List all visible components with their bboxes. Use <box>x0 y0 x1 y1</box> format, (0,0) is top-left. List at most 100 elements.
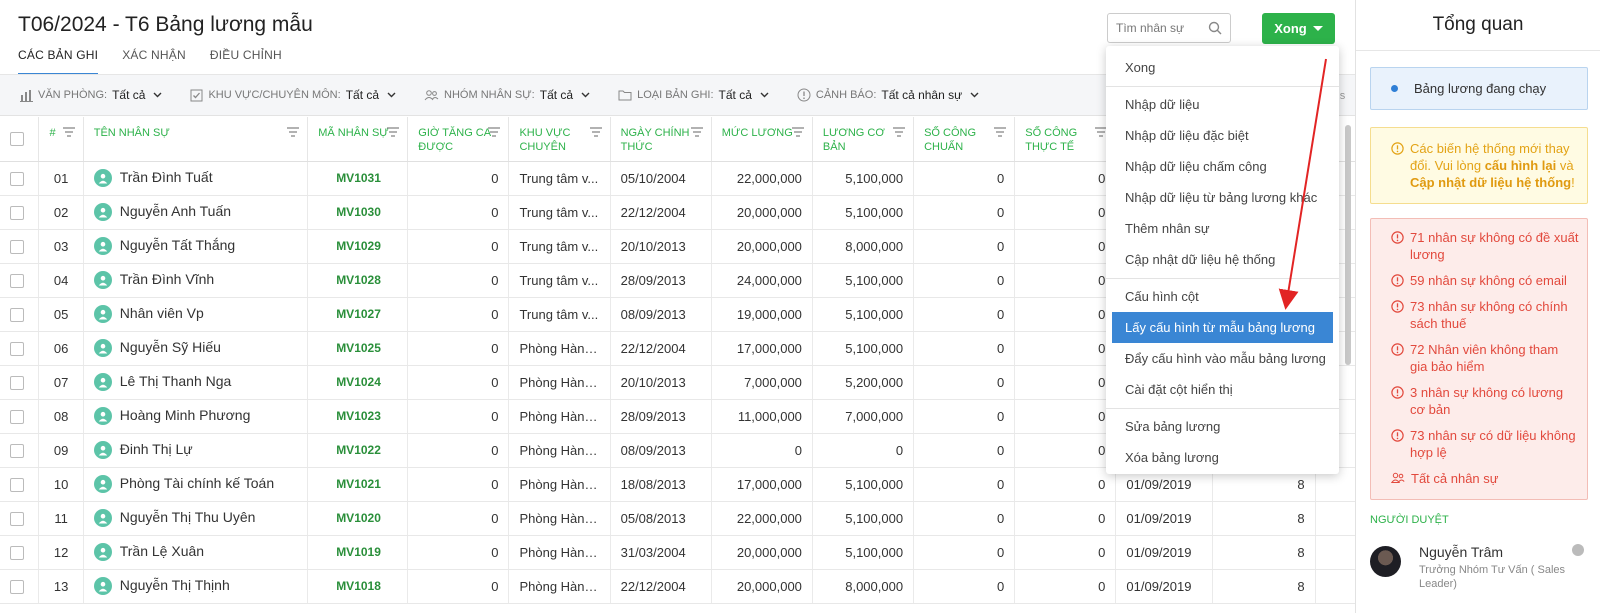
filter-2[interactable]: KHU VỰC/CHUYÊN MÔN: Tất cả <box>190 88 396 102</box>
employee-name[interactable]: Nguyễn Thị Thu Uyên <box>120 509 256 525</box>
filter-1[interactable]: VĂN PHÒNG: Tất cả <box>20 88 162 102</box>
filter-icon[interactable] <box>994 126 1007 140</box>
row-checkbox[interactable] <box>10 239 24 254</box>
row-checkbox[interactable] <box>10 307 24 322</box>
menu-item[interactable]: Cập nhật dữ liệu hệ thống <box>1106 244 1339 275</box>
column-header[interactable]: # <box>38 117 84 162</box>
employee-name[interactable]: Đinh Thị Lự <box>120 441 193 457</box>
table-cell: 0 <box>407 195 510 230</box>
employee-name[interactable]: Phòng Tài chính kế Toán <box>120 475 274 491</box>
row-checkbox[interactable] <box>10 443 24 458</box>
filter-icon[interactable] <box>589 126 602 140</box>
select-all-checkbox[interactable] <box>10 131 24 146</box>
table-scrollbar[interactable] <box>1345 125 1351 365</box>
menu-item[interactable]: Nhập dữ liệu chấm công <box>1106 151 1339 182</box>
row-checkbox[interactable] <box>10 273 24 288</box>
row-checkbox[interactable] <box>10 375 24 390</box>
table-cell: 0 <box>913 331 1016 366</box>
table-cell: Trung tâm v... <box>508 195 611 230</box>
column-header[interactable]: SỐ CÔNG CHUẨN <box>913 117 1016 162</box>
column-header-label: TÊN NHÂN SỰ <box>93 127 170 139</box>
error-item[interactable]: 73 nhân sự có dữ liệu không hợp lệ <box>1391 427 1579 461</box>
filter-icon[interactable] <box>791 126 804 140</box>
table-row[interactable]: 11 Nguyễn Thị Thu Uyên MV1020 0 Phòng Hành..… <box>0 501 1355 536</box>
menu-item[interactable]: Đẩy cấu hình vào mẫu bảng lương <box>1106 343 1339 374</box>
employee-name[interactable]: Hoàng Minh Phương <box>120 407 251 423</box>
row-checkbox[interactable] <box>10 511 24 526</box>
table-cell: 19,000,000 <box>711 297 813 332</box>
column-header[interactable]: TÊN NHÂN SỰ <box>83 117 309 162</box>
menu-item[interactable]: Nhập dữ liệu đặc biệt <box>1106 120 1339 151</box>
menu-item[interactable]: Xong <box>1106 52 1339 83</box>
tab-confirm[interactable]: XÁC NHẬN <box>122 48 186 75</box>
column-header[interactable]: SỐ CÔNG THỰC TẾ <box>1014 117 1117 162</box>
table-cell: 24,000,000 <box>711 263 813 298</box>
filter-icon[interactable] <box>893 126 906 140</box>
table-row[interactable]: 13 Nguyễn Thị Thịnh MV1018 0 Phòng Hành... 22… <box>0 569 1355 604</box>
alert-icon <box>797 88 811 102</box>
employee-name[interactable]: Trần Đình Vĩnh <box>120 271 214 287</box>
row-checkbox[interactable] <box>10 341 24 356</box>
menu-item[interactable]: Cài đặt cột hiển thị <box>1106 374 1339 405</box>
user-icon <box>93 373 112 392</box>
column-header[interactable]: LƯƠNG CƠ BẢN <box>812 117 915 162</box>
table-cell: 0 <box>407 535 510 570</box>
update-system-data-link[interactable]: Cập nhật dữ liệu hệ thống <box>1410 175 1571 190</box>
column-header[interactable]: MÃ NHÂN SỰ <box>307 117 409 162</box>
row-checkbox[interactable] <box>10 545 24 560</box>
done-dropdown-menu: Xong Nhập dữ liệu Nhập dữ liệu đặc biệt Nhậ… <box>1106 46 1339 474</box>
filter-5[interactable]: CẢNH BÁO: Tất cả nhân sự <box>797 88 979 102</box>
search-input[interactable] <box>1116 21 1208 35</box>
overview-panel: Tổng quan Bảng lương đang chạy Các biến … <box>1355 0 1600 613</box>
employee-name[interactable]: Nguyễn Thị Thịnh <box>120 577 230 593</box>
filter-icon[interactable] <box>287 126 300 140</box>
table-row[interactable]: 12 Trần Lệ Xuân MV1019 0 Phòng Hành... 31/03/… <box>0 535 1355 570</box>
error-item[interactable]: 71 nhân sự không có đề xuất lương <box>1391 229 1579 263</box>
reconfigure-link[interactable]: cấu hình lại <box>1485 158 1557 173</box>
table-cell: 11,000,000 <box>711 399 813 434</box>
column-header[interactable]: GIỜ TĂNG CA ĐƯỢC <box>407 117 510 162</box>
filter-icon[interactable] <box>488 126 501 140</box>
employee-name[interactable]: Nguyễn Tất Thắng <box>120 237 235 253</box>
table-cell: 22/12/2004 <box>610 331 712 366</box>
table-cell: 8 <box>1212 569 1316 604</box>
filter-icon[interactable] <box>62 126 75 140</box>
menu-item[interactable]: Nhập dữ liệu từ bảng lương khác <box>1106 182 1339 213</box>
menu-item[interactable]: Xóa bảng lương <box>1106 442 1339 473</box>
column-header[interactable]: MỨC LƯƠNG <box>711 117 813 162</box>
employee-name[interactable]: Trần Lệ Xuân <box>120 543 204 559</box>
employee-name[interactable]: Nguyễn Sỹ Hiếu <box>120 339 221 355</box>
menu-item[interactable]: Cấu hình cột <box>1106 281 1339 312</box>
row-checkbox[interactable] <box>10 409 24 424</box>
filter-icon[interactable] <box>690 126 703 140</box>
error-item[interactable]: 73 nhân sự không có chính sách thuế <box>1391 298 1579 332</box>
filter-3[interactable]: NHÓM NHÂN SỰ: Tất cả <box>424 88 590 102</box>
table-cell: MV1027 <box>307 297 409 332</box>
column-header[interactable]: NGÀY CHÍNH THỨC <box>610 117 712 162</box>
row-checkbox[interactable] <box>10 477 24 492</box>
employee-name[interactable]: Trần Đình Tuất <box>120 169 213 185</box>
menu-item[interactable]: Sửa bảng lương <box>1106 411 1339 442</box>
error-item[interactable]: 72 Nhân viên không tham gia bảo hiểm <box>1391 341 1579 375</box>
row-checkbox[interactable] <box>10 205 24 220</box>
payroll-status-text: Bảng lương đang chạy <box>1414 81 1547 96</box>
employee-name[interactable]: Nguyễn Anh Tuấn <box>120 203 231 219</box>
menu-item[interactable]: Thêm nhân sự <box>1106 213 1339 244</box>
all-staff-item[interactable]: Tất cả nhân sự <box>1391 470 1579 487</box>
filter-4[interactable]: LOẠI BẢN GHI: Tất cả <box>618 88 769 102</box>
menu-item[interactable]: Nhập dữ liệu <box>1106 89 1339 120</box>
chevron-down-icon <box>970 90 979 100</box>
employee-name[interactable]: Lê Thị Thanh Nga <box>120 373 232 389</box>
tab-adjust[interactable]: ĐIỀU CHỈNH <box>210 48 282 75</box>
row-checkbox[interactable] <box>10 579 24 594</box>
filter-icon[interactable] <box>387 126 400 140</box>
search-icon[interactable] <box>1208 21 1222 35</box>
done-button[interactable]: Xong <box>1262 13 1335 44</box>
tab-records[interactable]: CÁC BẢN GHI <box>18 48 99 75</box>
column-header[interactable]: KHU VỰC CHUYÊN <box>508 117 611 162</box>
error-item[interactable]: 3 nhân sự không có lương cơ bản <box>1391 384 1579 418</box>
menu-item[interactable]: Lấy cấu hình từ mẫu bảng lương <box>1112 312 1333 343</box>
employee-name[interactable]: Nhân viên Vp <box>120 305 204 321</box>
row-checkbox[interactable] <box>10 171 24 186</box>
error-item[interactable]: 59 nhân sự không có email <box>1391 272 1579 289</box>
